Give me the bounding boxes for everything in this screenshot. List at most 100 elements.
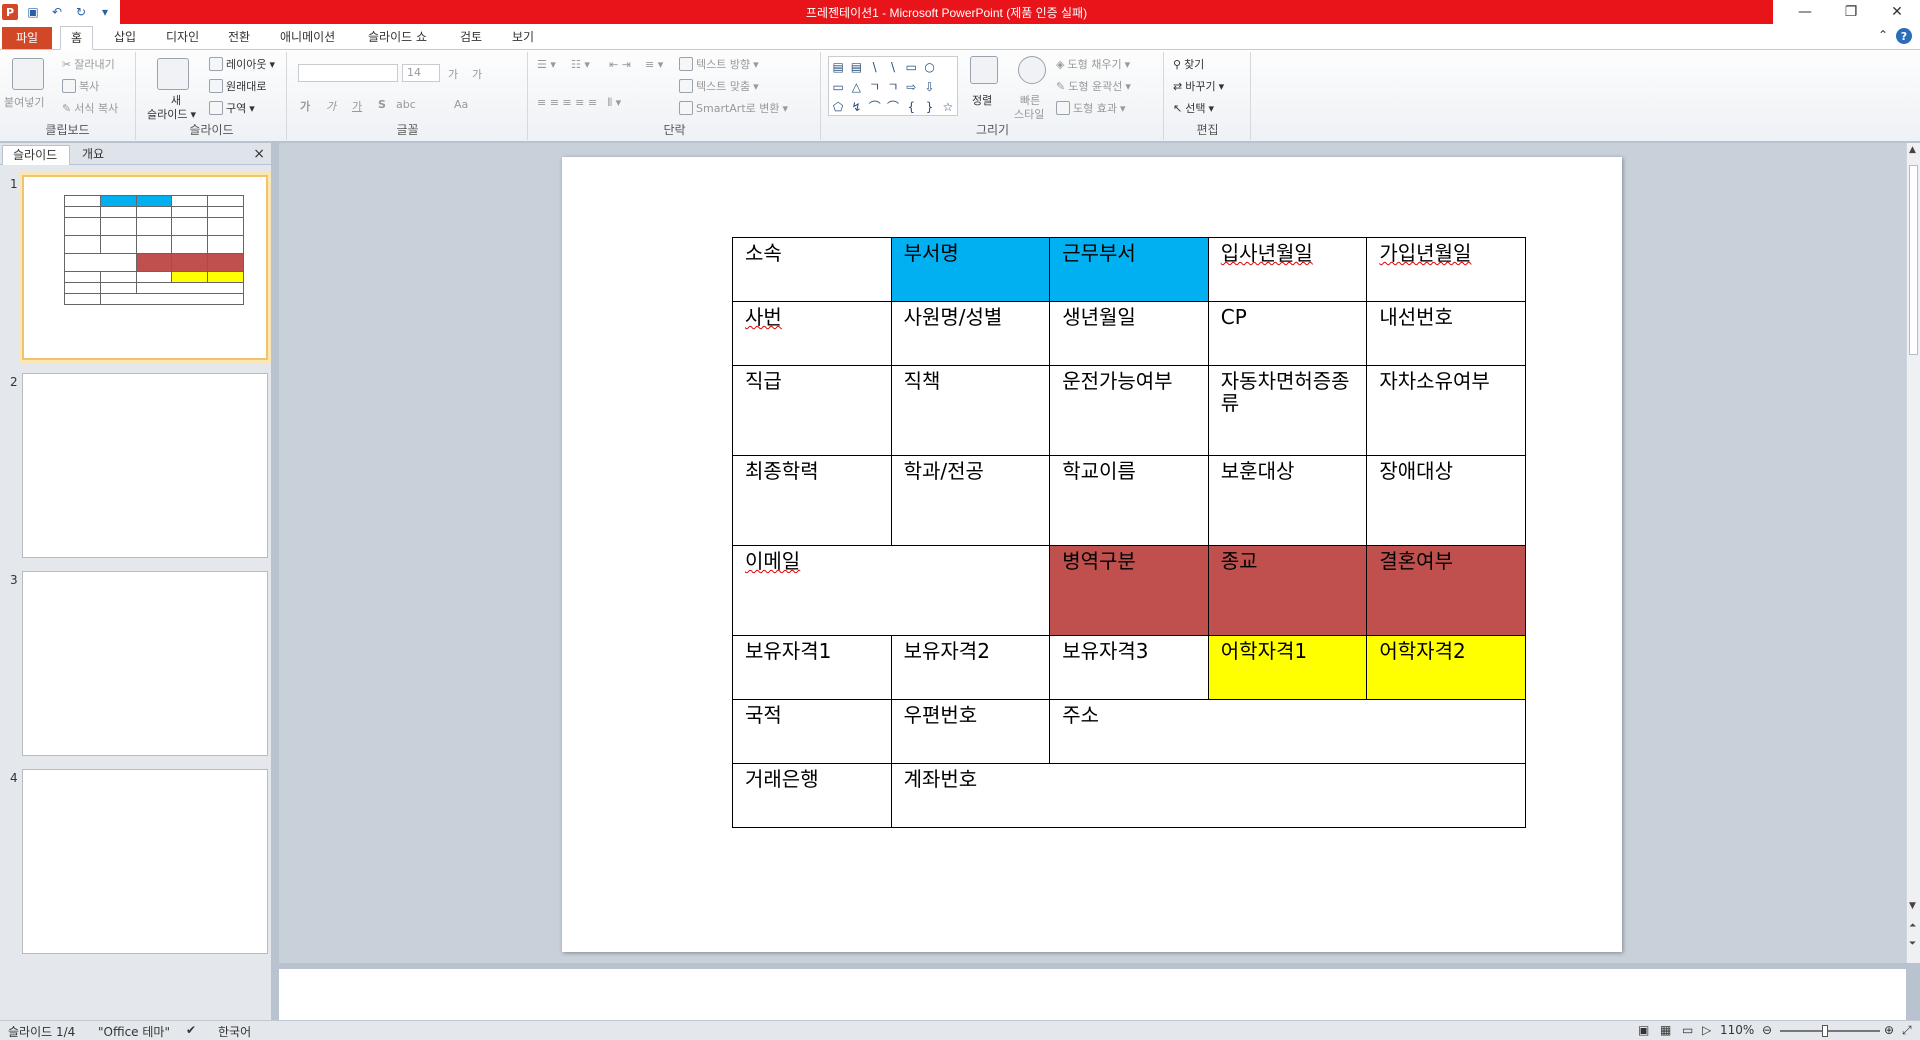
table-cell[interactable]: 국적 <box>732 699 892 764</box>
table-cell[interactable]: 근무부서 <box>1049 237 1209 302</box>
spell-check-icon[interactable]: ✔ <box>186 1023 196 1037</box>
table-cell[interactable]: 거래은행 <box>732 763 892 828</box>
shape-item[interactable]: \ <box>866 57 884 77</box>
new-slide-button[interactable]: 슬라이드 ▾ <box>147 106 196 122</box>
table-cell[interactable]: 주소 <box>1049 699 1526 764</box>
shape-item[interactable]: ▭ <box>829 77 847 97</box>
undo-icon[interactable]: ↶ <box>48 3 66 21</box>
shape-item[interactable]: ▤ <box>829 57 847 77</box>
restore-icon[interactable]: ❐ <box>1828 0 1874 24</box>
collapse-ribbon-icon[interactable]: ⌃ <box>1878 28 1888 44</box>
shrink-font-button[interactable]: 가 <box>472 66 482 82</box>
normal-view-icon[interactable]: ▣ <box>1638 1023 1649 1037</box>
table-cell[interactable]: 계좌번호 <box>890 763 1527 828</box>
shape-fill-button[interactable]: ◈ 도형 채우기 ▾ <box>1056 56 1130 72</box>
tab-file[interactable]: 파일 <box>2 27 52 49</box>
tab-view[interactable]: 보기 <box>502 26 544 50</box>
tab-animations[interactable]: 애니메이션 <box>270 26 345 50</box>
layout-button[interactable]: 레이아웃 ▾ <box>209 56 275 72</box>
notes-pane[interactable] <box>279 968 1906 1020</box>
zoom-slider-thumb[interactable] <box>1822 1025 1828 1037</box>
table-cell[interactable]: 이메일 <box>731 545 1051 636</box>
tab-slideshow[interactable]: 슬라이드 쇼 <box>358 26 437 50</box>
table-cell[interactable]: 부서명 <box>890 237 1051 302</box>
table-cell[interactable]: 종교 <box>1207 545 1368 636</box>
select-button[interactable]: ↖ 선택 ▾ <box>1173 100 1214 116</box>
zoom-level[interactable]: 110% <box>1720 1023 1754 1037</box>
zoom-out-icon[interactable]: ⊖ <box>1762 1023 1772 1037</box>
replace-button[interactable]: ⇄ 바꾸기 ▾ <box>1173 78 1224 94</box>
table-cell[interactable]: 결혼여부 <box>1366 545 1526 636</box>
char-spacing-button[interactable]: abc <box>396 98 416 111</box>
table-cell[interactable]: 직급 <box>732 365 892 456</box>
scroll-down-icon[interactable]: ▼ <box>1909 901 1916 911</box>
shape-item[interactable]: ⌒ <box>884 97 902 117</box>
table-cell[interactable]: 보훈대상 <box>1207 455 1368 546</box>
zoom-slider[interactable] <box>1780 1030 1880 1032</box>
shape-item[interactable]: ㄱ <box>884 77 902 97</box>
numbering-icon[interactable]: ☷ ▾ <box>571 58 590 71</box>
prev-slide-icon[interactable]: ⏶ <box>1909 921 1916 931</box>
shape-item[interactable]: ○ <box>920 57 938 77</box>
slide-thumbnail-4[interactable] <box>22 769 268 954</box>
font-name-combo[interactable] <box>298 64 398 82</box>
close-icon[interactable]: ✕ <box>1874 0 1920 24</box>
slide-table[interactable]: 소속 부서명 근무부서 입사년월일 가입년월일 사번 사원명/성별 생년월일 C… <box>731 237 1527 828</box>
align-buttons[interactable]: ≡ ≡ ≡ ≡ ≡ ⫴ ▾ <box>537 96 621 110</box>
smartart-button[interactable]: SmartArt로 변환 ▾ <box>679 100 788 116</box>
table-cell[interactable]: 학교이름 <box>1049 455 1209 546</box>
shape-item[interactable]: △ <box>847 77 865 97</box>
table-cell[interactable]: 사원명/성별 <box>890 301 1051 366</box>
reading-view-icon[interactable]: ▭ <box>1682 1023 1693 1037</box>
find-button[interactable]: ⚲ 찾기 <box>1173 56 1204 72</box>
slide-thumbnail-2[interactable] <box>22 373 268 558</box>
tab-slides[interactable]: 슬라이드 <box>2 145 70 165</box>
table-cell[interactable]: 보유자격1 <box>732 635 892 700</box>
theme-name[interactable]: "Office 테마" <box>98 1023 170 1040</box>
table-cell[interactable]: 가입년월일 <box>1366 237 1526 302</box>
table-cell[interactable]: 어학자격2 <box>1366 635 1526 700</box>
shape-item[interactable]: ▤ <box>847 57 865 77</box>
table-cell[interactable]: 소속 <box>732 237 892 302</box>
indent-icon[interactable]: ⇤ ⇥ <box>609 58 631 71</box>
tab-outline[interactable]: 개요 <box>72 145 142 165</box>
copy-button[interactable]: 복사 <box>62 78 99 94</box>
tab-insert[interactable]: 삽입 <box>104 26 146 50</box>
shape-item[interactable]: ☆ <box>939 97 957 117</box>
scrollbar-thumb[interactable] <box>1909 165 1918 355</box>
shape-item[interactable] <box>939 77 957 97</box>
quick-styles-label-2[interactable]: 스타일 <box>1014 106 1044 122</box>
customize-qat-icon[interactable]: ▾ <box>96 3 114 21</box>
grow-font-button[interactable]: 가 <box>448 66 458 82</box>
powerpoint-app-icon[interactable]: P <box>2 4 18 20</box>
language-indicator[interactable]: 한국어 <box>218 1023 251 1040</box>
shape-item[interactable] <box>939 57 957 77</box>
table-cell[interactable]: 내선번호 <box>1366 301 1526 366</box>
table-cell[interactable]: 우편번호 <box>890 699 1051 764</box>
table-cell[interactable]: 자동차면허증종류 <box>1207 365 1368 456</box>
change-case-button[interactable]: Aa <box>454 98 468 111</box>
bullets-icon[interactable]: ☰ ▾ <box>537 58 556 71</box>
table-cell[interactable]: 학과/전공 <box>890 455 1051 546</box>
paste-button[interactable]: 붙여넣기 <box>4 94 44 110</box>
save-icon[interactable]: ▣ <box>24 3 42 21</box>
shape-item[interactable]: } <box>920 97 938 117</box>
vertical-scrollbar[interactable]: ▲ ▼ ⏶ ⏷ <box>1906 143 1920 963</box>
underline-button[interactable]: 가 <box>352 98 362 114</box>
table-cell[interactable]: 사번 <box>732 301 892 366</box>
next-slide-icon[interactable]: ⏷ <box>1909 939 1916 949</box>
shadow-button[interactable]: S <box>378 98 386 111</box>
table-cell[interactable]: 최종학력 <box>732 455 892 546</box>
tab-home[interactable]: 홈 <box>60 26 94 50</box>
table-cell[interactable]: 직책 <box>890 365 1051 456</box>
shape-item[interactable]: ⌒ <box>866 97 884 117</box>
help-icon[interactable]: ? <box>1896 28 1912 44</box>
text-direction-button[interactable]: 텍스트 방향 ▾ <box>679 56 759 72</box>
shape-item[interactable]: ㄱ <box>866 77 884 97</box>
table-cell[interactable]: 보유자격2 <box>890 635 1051 700</box>
slide-canvas[interactable]: 소속 부서명 근무부서 입사년월일 가입년월일 사번 사원명/성별 생년월일 C… <box>562 157 1622 952</box>
table-cell[interactable]: CP <box>1207 301 1368 366</box>
table-cell[interactable]: 보유자격3 <box>1049 635 1209 700</box>
table-cell[interactable]: 어학자격1 <box>1207 635 1368 700</box>
shape-item[interactable]: ⬠ <box>829 97 847 117</box>
